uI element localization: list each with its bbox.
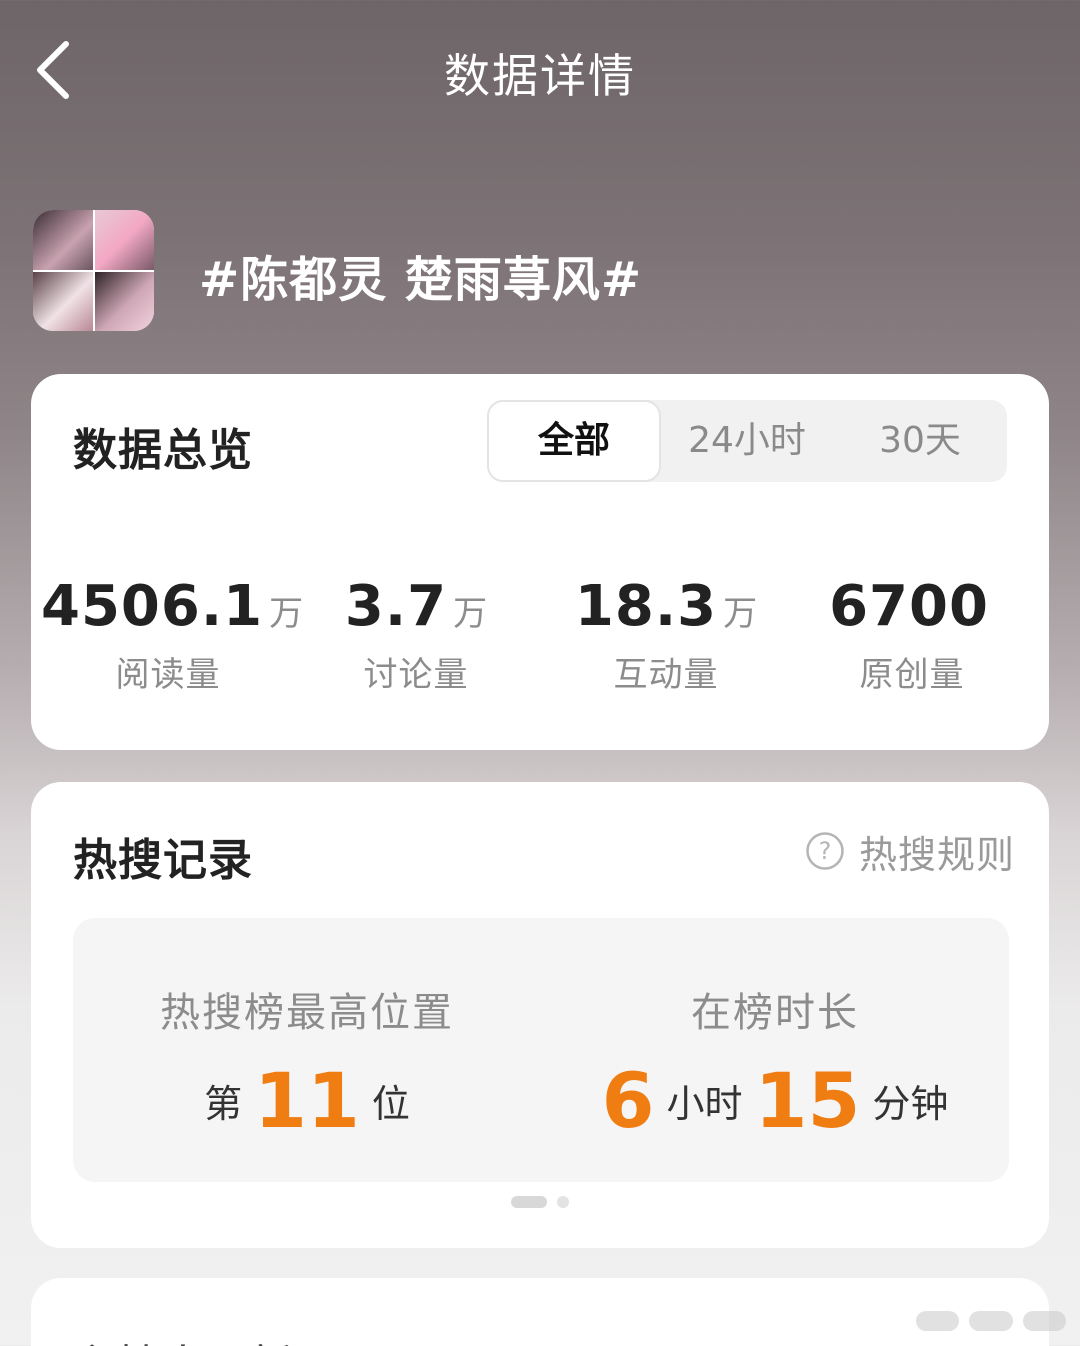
hot-search-panel[interactable]: 热搜榜最高位置 第 11 位 在榜时长 6 小时 15 分钟 (73, 918, 1009, 1182)
highest-rank-label: 热搜榜最高位置 (160, 990, 454, 1036)
overview-card: 数据总览 全部 24小时 30天 4506.1 万 阅读量 3.7 万 讨论量 18… (31, 374, 1049, 750)
carousel-dot-active (511, 1196, 547, 1208)
minutes-unit: 分钟 (872, 1082, 949, 1126)
overview-title: 数据总览 (73, 425, 253, 476)
host-row: 主持人 新天 (73, 1330, 337, 1346)
stat-label: 原创量 (859, 655, 965, 695)
tab-30d[interactable]: 30天 (833, 400, 1007, 482)
carousel-indicator[interactable] (511, 1196, 569, 1208)
stats-row: 4506.1 万 阅读量 3.7 万 讨论量 18.3 万 互动量 6700 原创量 (31, 574, 1049, 696)
topic-title: #陈都灵 楚雨荨风# (199, 252, 643, 308)
tab-24h[interactable]: 24小时 (661, 400, 833, 482)
watermark-logo (916, 1306, 1066, 1336)
stat-unit: 万 (723, 594, 758, 634)
duration-hours: 6 (601, 1056, 655, 1145)
time-range-tabs: 全部 24小时 30天 (487, 400, 1007, 482)
hot-search-title: 热搜记录 (73, 835, 253, 886)
stat-interactions: 18.3 万 互动量 (539, 574, 793, 696)
stat-label: 阅读量 (115, 655, 221, 695)
stat-value: 18.3 (574, 574, 718, 639)
highest-rank: 热搜榜最高位置 第 11 位 (73, 918, 541, 1182)
stat-value: 3.7 (344, 574, 448, 639)
page-title: 数据详情 (444, 49, 636, 103)
hot-search-rules-link[interactable]: ? 热搜规则 (805, 826, 1015, 877)
rank-number: 11 (254, 1056, 360, 1145)
svg-text:?: ? (819, 837, 832, 865)
stat-value: 4506.1 (41, 574, 264, 639)
stat-discussions: 3.7 万 讨论量 (289, 574, 543, 696)
rank-suffix: 位 (371, 1082, 410, 1126)
stat-label: 讨论量 (363, 655, 469, 695)
stat-reads: 4506.1 万 阅读量 (41, 574, 303, 696)
on-list-duration: 在榜时长 6 小时 15 分钟 (541, 918, 1009, 1182)
rank-prefix: 第 (204, 1082, 243, 1126)
stat-unit: 万 (453, 594, 488, 634)
stat-label: 互动量 (613, 655, 719, 695)
topic-header: #陈都灵 楚雨荨风# (33, 210, 1033, 332)
stat-value: 6700 (829, 574, 989, 639)
host-card: 主持人 新天 (31, 1278, 1049, 1346)
duration-minutes: 15 (754, 1056, 861, 1145)
duration-label: 在榜时长 (691, 990, 859, 1036)
topic-thumbnail[interactable] (33, 210, 154, 331)
top-bar: 数据详情 (0, 0, 1080, 140)
carousel-dot (557, 1196, 569, 1208)
help-icon: ? (806, 832, 844, 870)
rules-label: 热搜规则 (858, 832, 1015, 877)
hours-unit: 小时 (666, 1082, 743, 1126)
tab-all[interactable]: 全部 (487, 400, 661, 482)
stat-originals: 6700 原创量 (785, 574, 1039, 696)
hot-search-card: 热搜记录 ? 热搜规则 热搜榜最高位置 第 11 位 在榜时长 6 小时 15 分钟 (31, 782, 1049, 1248)
